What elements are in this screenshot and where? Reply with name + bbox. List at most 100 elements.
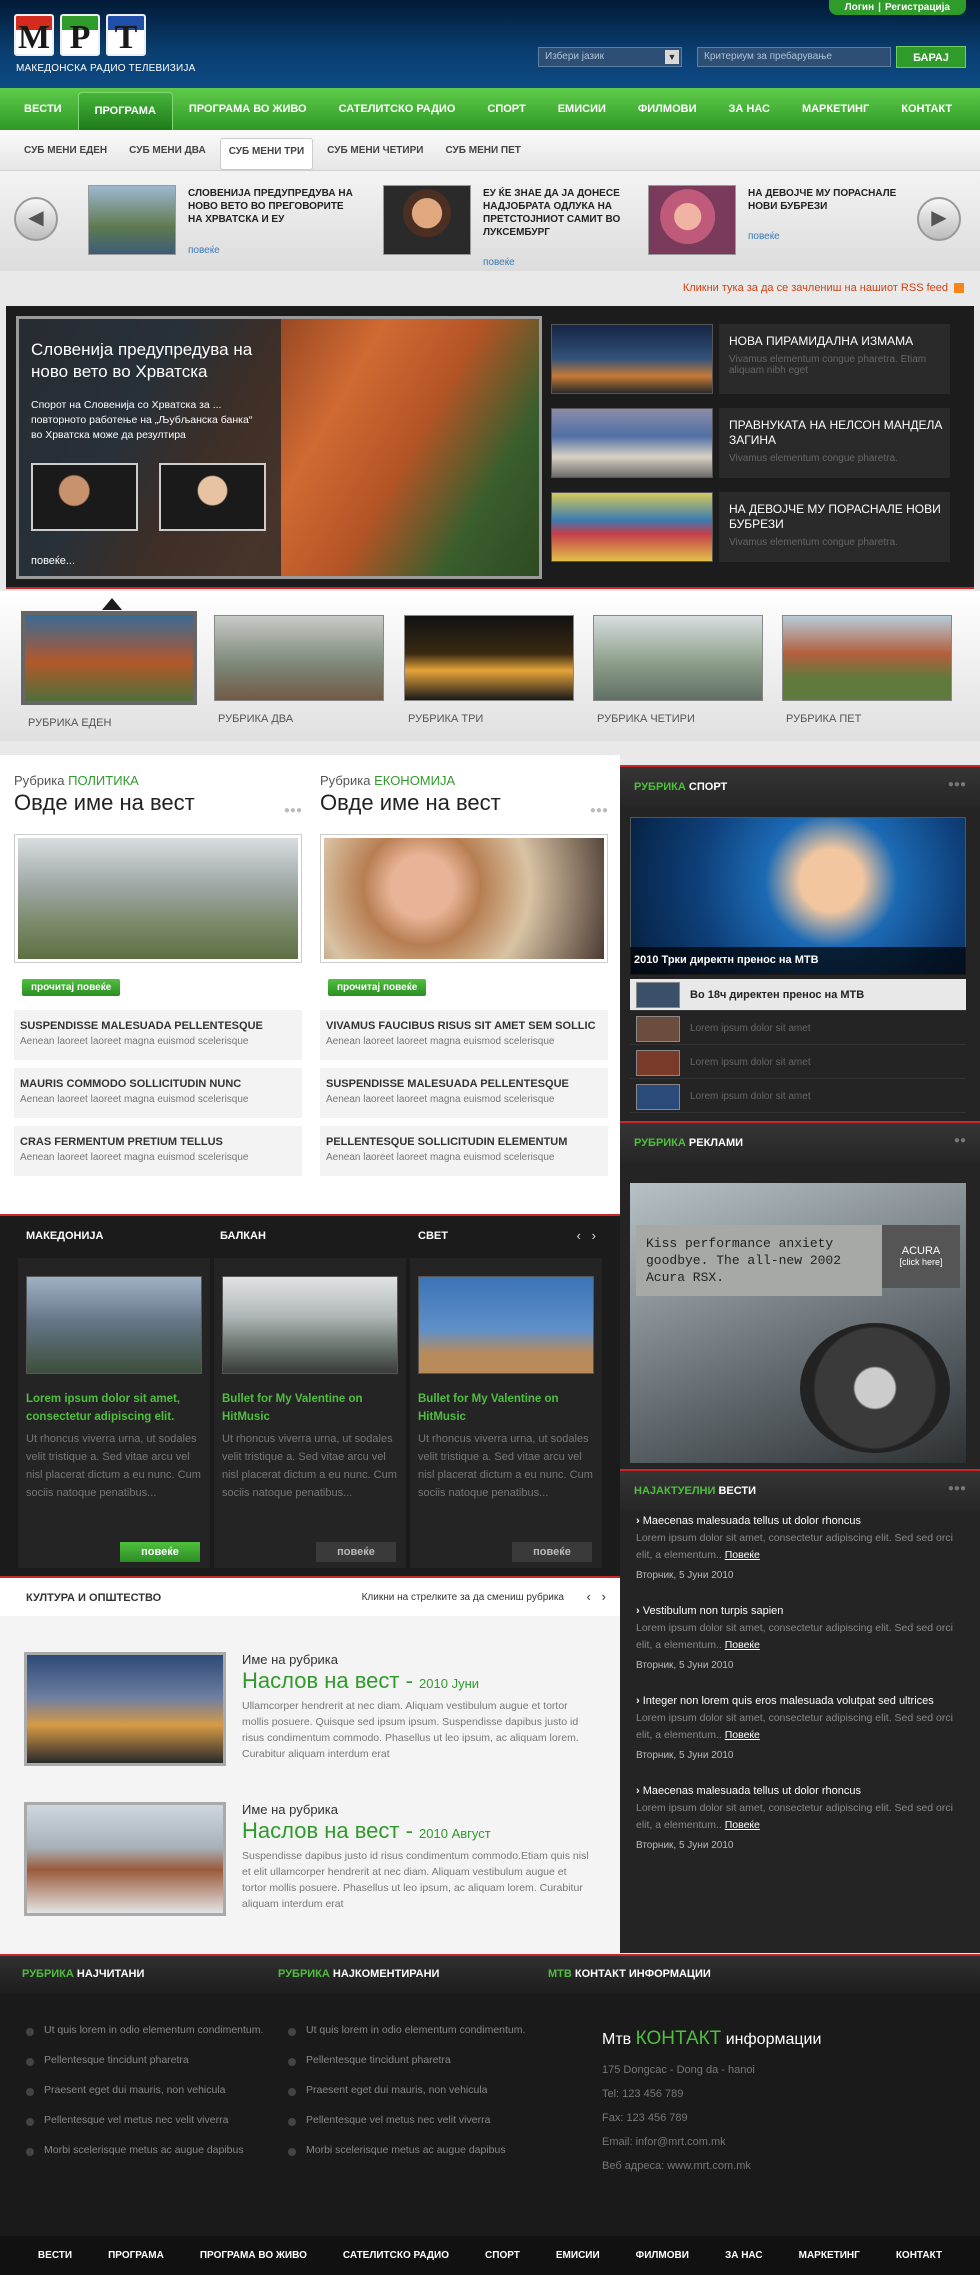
footer-heading: РУБРИКА НАЈКОМЕНТИРАНИ <box>278 1968 440 1980</box>
next-arrow-icon[interactable]: ▶ <box>917 197 961 241</box>
featured-list-item[interactable]: ПРАВНУКАТА НА НЕЛСОН МАНДЕЛА ЗАГИНА Vivam… <box>551 408 966 480</box>
featured-list-item[interactable]: НА ДЕВОЈЧЕ МУ ПОРАСНАЛЕ НОВИ БУБРЕЗИ Viva… <box>551 492 966 564</box>
more-button[interactable]: повеќе <box>512 1542 592 1562</box>
teaser-item[interactable]: НА ДЕВОЈЧЕ МУ ПОРАСНАЛЕ НОВИ БУБРЕЗИ пов… <box>648 185 918 259</box>
footer-heading: РУБРИКА НАЈЧИТАНИ <box>22 1968 145 1980</box>
latest-item[interactable]: Maecenas malesuada tellus ut dolor rhonc… <box>636 1515 966 1581</box>
news-list-item[interactable]: VIVAMUS FAUCIBUS RISUS SIT AMET SEM SOLL… <box>320 1010 608 1060</box>
news-photo[interactable] <box>14 834 302 963</box>
sport-block: 2010 Трки директн пренос на МТВ Во 18ч д… <box>620 807 980 1119</box>
nav-item[interactable]: СПОРТ <box>471 88 541 130</box>
tab-macedonia[interactable]: МАКЕДОНИЈА <box>26 1230 103 1242</box>
chevron-down-icon: ▼ <box>665 50 679 64</box>
more-button[interactable]: повеќе <box>120 1542 200 1562</box>
pager-dots[interactable]: ●●● <box>284 805 302 816</box>
culture-item: Име на рубрика Наслов на вест - 2010 Авг… <box>24 1802 604 1932</box>
search-input[interactable]: Критериум за пребарување <box>697 47 891 67</box>
rubric-item[interactable]: РУБРИКА ДВА <box>214 615 384 725</box>
subnav-item[interactable]: СУБ МЕНИ ДВА <box>121 138 214 170</box>
page: М Р Т МАКЕДОНСКА РАДИО ТЕЛЕВИЗИЈА Логин |… <box>0 0 980 2275</box>
pager-dots[interactable]: ●●● <box>590 805 608 816</box>
featured-thumb[interactable] <box>159 463 266 531</box>
car-wheel-image <box>800 1323 950 1453</box>
rubric-item[interactable]: РУБРИКА ЕДЕН <box>21 611 197 729</box>
nav-item[interactable]: ВЕСТИ <box>8 88 78 130</box>
rss-link[interactable]: Кликни тука за да се зачлениш на нашиот … <box>683 282 964 294</box>
news-list-item[interactable]: PELLENTESQUE SOLLICITUDIN ELEMENTUM Aenea… <box>320 1126 608 1176</box>
news-photo[interactable] <box>320 834 608 963</box>
subnav-item-active[interactable]: СУБ МЕНИ ТРИ <box>219 138 314 170</box>
region-card: Lorem ipsum dolor sit amet, consectetur … <box>18 1258 210 1568</box>
teaser-more-link[interactable]: повеќе <box>188 245 220 256</box>
culture-arrows[interactable]: ‹ › <box>587 1589 607 1604</box>
tab-world[interactable]: СВЕТ <box>418 1230 448 1242</box>
advertisement[interactable]: Kiss performance anxiety goodbye. The al… <box>630 1183 966 1463</box>
teaser-more-link[interactable]: повеќе <box>483 257 515 268</box>
login-link[interactable]: Логин <box>845 2 874 13</box>
sport-row[interactable]: Lorem ipsum dolor sit amet <box>630 1047 966 1079</box>
news-list-item[interactable]: CRAS FERMENTUM PRETIUM TELLUS Aenean laor… <box>14 1126 302 1176</box>
sport-row[interactable]: Lorem ipsum dolor sit amet <box>630 1013 966 1045</box>
rubric-pointer <box>102 598 122 610</box>
prev-arrow-icon[interactable]: ◀ <box>14 197 58 241</box>
rubric-strip: РУБРИКА ЕДЕН РУБРИКА ДВА РУБРИКА ТРИ РУБ… <box>0 591 980 741</box>
news-title[interactable]: Овде име на вест <box>14 790 302 816</box>
pager-dots[interactable]: ●●● <box>948 1483 966 1494</box>
featured-main[interactable]: Словенија предупредува на ново вето во Х… <box>16 316 542 579</box>
featured-block: Словенија предупредува на ново вето во Х… <box>6 306 974 589</box>
nav-item[interactable]: ФИЛМОВИ <box>622 88 713 130</box>
news-column: Рубрика ПОЛИТИКА Овде име на вест ●●● пр… <box>14 773 302 1184</box>
nav-item[interactable]: КОНТАКТ <box>885 88 968 130</box>
nav-item[interactable]: ЗА НАС <box>712 88 785 130</box>
nav-item-active[interactable]: ПРОГРАМА <box>77 92 173 130</box>
news-column: Рубрика ЕКОНОМИЈА Овде име на вест ●●● п… <box>320 773 608 1184</box>
featured-list-item[interactable]: НОВА ПИРАМИДАЛНА ИЗМАМА Vivamus elementum… <box>551 324 966 396</box>
pager-dots[interactable]: ●●● <box>948 779 966 790</box>
logo[interactable]: М Р Т <box>14 14 146 56</box>
sport-row[interactable]: Lorem ipsum dolor sit amet <box>630 1081 966 1113</box>
read-more-button[interactable]: прочитај повеќе <box>22 979 121 996</box>
language-select[interactable]: Избери јазик ▼ <box>538 47 682 67</box>
account-bar: Логин | Регистрација <box>828 0 966 15</box>
nav-item[interactable]: ПРОГРАМА ВО ЖИВО <box>173 88 323 130</box>
featured-text: Спорот на Словенија со Хрватска за ... п… <box>31 399 253 441</box>
latest-item[interactable]: Vestibulum non turpis sapienLorem ipsum … <box>636 1605 966 1671</box>
latest-item[interactable]: Maecenas malesuada tellus ut dolor rhonc… <box>636 1785 966 1851</box>
teaser-item[interactable]: СЛОВЕНИЈА ПРЕДУПРЕДУВА НА НОВО ВЕТО ВО П… <box>88 185 358 259</box>
header: М Р Т МАКЕДОНСКА РАДИО ТЕЛЕВИЗИЈА Логин |… <box>0 0 980 88</box>
featured-thumb[interactable] <box>31 463 138 531</box>
register-link[interactable]: Регистрација <box>885 2 950 13</box>
nav-item[interactable]: САТЕЛИТСКО РАДИО <box>323 88 472 130</box>
nav-item[interactable]: МАРКЕТИНГ <box>786 88 885 130</box>
teaser-more-link[interactable]: повеќе <box>748 231 780 242</box>
news-title[interactable]: Овде име на вест <box>320 790 608 816</box>
subnav-item[interactable]: СУБ МЕНИ ЕДЕН <box>16 138 115 170</box>
subnav-item[interactable]: СУБ МЕНИ ЧЕТИРИ <box>319 138 431 170</box>
search-button[interactable]: БАРАЈ <box>896 46 966 68</box>
more-button[interactable]: повеќе <box>316 1542 396 1562</box>
featured-list: НОВА ПИРАМИДАЛНА ИЗМАМА Vivamus elementum… <box>551 324 966 576</box>
read-more-button[interactable]: прочитај повеќе <box>328 979 427 996</box>
featured-title: Словенија предупредува на ново вето во Х… <box>31 340 253 381</box>
subnav-item[interactable]: СУБ МЕНИ ПЕТ <box>437 138 528 170</box>
regions-section: МАКЕДОНИЈА БАЛКАН СВЕТ ‹ › Lorem ipsum d… <box>0 1214 620 1576</box>
tab-balkan[interactable]: БАЛКАН <box>220 1230 266 1242</box>
latest-news: Maecenas malesuada tellus ut dolor rhonc… <box>636 1515 966 1875</box>
featured-more-link[interactable]: повеќе... <box>31 555 75 567</box>
nav-item[interactable]: ЕМИСИИ <box>542 88 622 130</box>
teaser-item[interactable]: ЕУ ЌЕ ЗНАЕ ДА ЈА ДОНЕСЕ НАДЈОБРАТА ОДЛУК… <box>383 185 653 268</box>
tab-arrows[interactable]: ‹ › <box>577 1228 597 1243</box>
rubric-item[interactable]: РУБРИКА ТРИ <box>404 615 574 725</box>
news-list-item[interactable]: MAURIS COMMODO SOLLICITUDIN NUNC Aenean l… <box>14 1068 302 1118</box>
featured-overlay: Словенија предупредува на ново вето во Х… <box>19 319 281 576</box>
sport-row[interactable]: Во 18ч директен пренос на МТВ <box>630 979 966 1011</box>
teaser-photo <box>88 185 176 255</box>
rss-icon <box>954 283 964 294</box>
news-list-item[interactable]: SUSPENDISSE MALESUADA PELLENTESQUE Aenean… <box>320 1068 608 1118</box>
rubric-item[interactable]: РУБРИКА ПЕТ <box>782 615 952 725</box>
latest-item[interactable]: Integer non lorem quis eros malesuada vo… <box>636 1695 966 1761</box>
news-list-item[interactable]: SUSPENDISSE MALESUADA PELLENTESQUE Aenean… <box>14 1010 302 1060</box>
rubric-item[interactable]: РУБРИКА ЧЕТИРИ <box>593 615 763 725</box>
pager-dots[interactable]: ●● <box>954 1135 966 1146</box>
latest-header: НАЈАКТУЕЛНИ ВЕСТИ ●●● <box>620 1469 980 1511</box>
